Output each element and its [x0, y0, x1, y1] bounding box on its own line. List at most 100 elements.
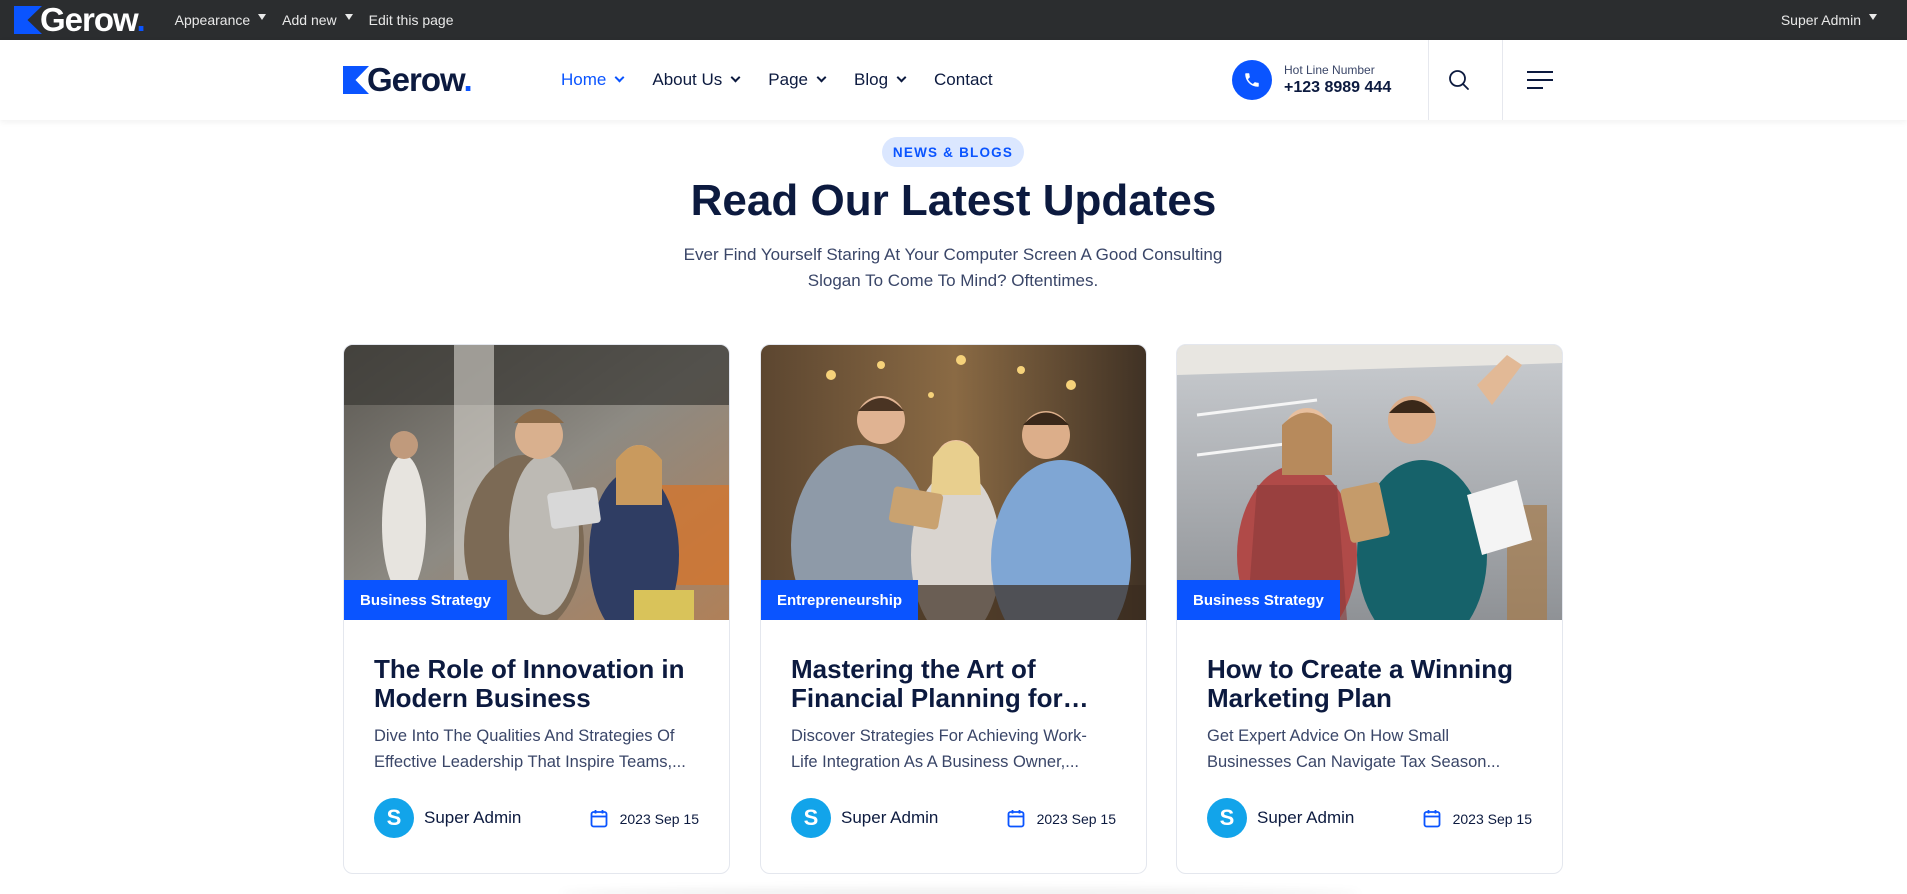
admin-menu: Appearance Add new Edit this page [175, 12, 470, 28]
nav-label: Contact [934, 70, 993, 89]
logo-mark-icon [14, 6, 42, 34]
blog-card-image[interactable] [1177, 345, 1562, 620]
post-title-line: How to Create a Winning [1207, 655, 1513, 684]
logo-mark-icon [343, 66, 369, 94]
admin-logo[interactable]: Gerow. [14, 0, 146, 40]
main-nav: Home About Us Page Blog Contact [561, 40, 1022, 120]
blog-card-image[interactable] [344, 345, 729, 620]
blog-card: Business Strategy How to Create a Winnin… [1176, 344, 1563, 874]
nav-label: Page [768, 70, 808, 89]
section-description-line: Ever Find Yourself Staring At Your Compu… [683, 245, 1223, 264]
blog-card: Entrepreneurship Mastering the Art of Fi… [760, 344, 1147, 874]
nav-label: Blog [854, 70, 889, 89]
post-date: 2023 Sep 15 [1423, 809, 1532, 828]
post-author[interactable]: S Super Admin [791, 798, 938, 838]
author-name: Super Admin [841, 808, 939, 827]
section-description: Ever Find Yourself Staring At Your Compu… [653, 242, 1253, 294]
hotline-number[interactable]: +123 8989 444 [1284, 79, 1391, 97]
date-text: 2023 Sep 15 [1036, 810, 1116, 827]
admin-logo-text: Gerow. [40, 1, 146, 38]
search-icon [1449, 70, 1469, 90]
admin-user-name: Super Admin [1780, 12, 1861, 28]
category-tag[interactable]: Entrepreneurship [761, 580, 919, 620]
hamburger-menu-icon [1527, 71, 1553, 89]
section-title: Read Our Latest Updates [690, 176, 1217, 225]
section-description-line: Slogan To Come To Mind? Oftentimes. [807, 271, 1099, 290]
chevron-down-icon [730, 72, 741, 82]
blog-card-image[interactable] [761, 345, 1146, 620]
post-title[interactable]: How to Create a Winning Marketing Plan [1207, 655, 1537, 713]
header-divider [1428, 40, 1429, 120]
post-date: 2023 Sep 15 [1007, 809, 1116, 828]
bottom-shadow [560, 888, 1360, 894]
post-title[interactable]: The Role of Innovation in Modern Busines… [374, 655, 704, 713]
nav-label: About Us [652, 70, 723, 89]
post-excerpt: Discover Strategies For Achieving Work- … [791, 723, 1121, 775]
post-excerpt-line: Businesses Can Navigate Tax Season... [1207, 753, 1501, 771]
hotline[interactable]: Hot Line Number +123 8989 444 [1232, 60, 1391, 100]
marketing-team-photo [1177, 345, 1562, 620]
admin-menu-edit-page[interactable]: Edit this page [369, 12, 454, 28]
caret-down-icon [344, 14, 353, 20]
post-title-line: Modern Business [374, 683, 591, 713]
caret-down-icon [1869, 14, 1877, 20]
nav-item-contact[interactable]: Contact [934, 70, 993, 90]
site-header: Gerow. Home About Us Page Blog Contact H… [0, 40, 1907, 120]
post-excerpt-line: Life Integration As A Business Owner,... [791, 753, 1080, 771]
calendar-icon [1007, 810, 1024, 828]
chevron-down-icon [614, 72, 625, 82]
phone-icon [1232, 60, 1272, 100]
date-text: 2023 Sep 15 [1452, 810, 1532, 827]
post-excerpt-line: Get Expert Advice On How Small [1207, 727, 1450, 745]
admin-bar: Gerow. Appearance Add new Edit this page… [0, 0, 1907, 40]
header-divider [1502, 40, 1503, 120]
caret-down-icon [258, 14, 267, 20]
post-excerpt-line: Dive Into The Qualities And Strategies O… [374, 727, 675, 745]
post-title-line: The Role of Innovation in [374, 655, 685, 684]
hotline-text: Hot Line Number +123 8989 444 [1284, 63, 1391, 97]
nav-item-page[interactable]: Page [768, 70, 827, 90]
post-author[interactable]: S Super Admin [374, 798, 521, 838]
post-excerpt-line: Discover Strategies For Achieving Work- [791, 727, 1087, 745]
author-name: Super Admin [1257, 808, 1355, 827]
section-pill: NEWS & BLOGS [882, 137, 1024, 167]
calendar-icon [1423, 810, 1440, 828]
avatar: S [374, 798, 414, 838]
calendar-icon [590, 810, 607, 828]
admin-menu-appearance[interactable]: Appearance [175, 12, 267, 28]
post-title-line: Marketing Plan [1207, 683, 1392, 713]
post-date: 2023 Sep 15 [590, 809, 699, 828]
avatar: S [1207, 798, 1247, 838]
chevron-down-icon [896, 72, 907, 82]
avatar: S [791, 798, 831, 838]
date-text: 2023 Sep 15 [619, 810, 699, 827]
post-excerpt: Dive Into The Qualities And Strategies O… [374, 723, 704, 775]
admin-menu-label: Add new [282, 12, 337, 28]
admin-user-menu[interactable]: Super Admin [1781, 0, 1877, 40]
blog-card: Business Strategy The Role of Innovation… [343, 344, 730, 874]
post-excerpt: Get Expert Advice On How Small Businesse… [1207, 723, 1537, 775]
admin-menu-label: Appearance [174, 12, 251, 28]
nav-item-home[interactable]: Home [561, 70, 625, 90]
category-tag[interactable]: Business Strategy [1177, 580, 1340, 620]
post-title[interactable]: Mastering the Art of Financial Planning … [791, 655, 1121, 713]
hotline-label: Hot Line Number [1284, 63, 1375, 77]
site-logo-text: Gerow. [367, 61, 473, 98]
cafe-meeting-photo [761, 345, 1146, 620]
author-name: Super Admin [424, 808, 522, 827]
chevron-down-icon [816, 72, 827, 82]
post-excerpt-line: Effective Leadership That Inspire Teams,… [374, 753, 686, 771]
office-team-photo [344, 345, 729, 620]
category-tag[interactable]: Business Strategy [344, 580, 507, 620]
post-title-line: Financial Planning for… [791, 683, 1089, 713]
post-title-line: Mastering the Art of [791, 655, 1036, 684]
admin-menu-label: Edit this page [368, 12, 454, 28]
site-logo[interactable]: Gerow. [343, 61, 473, 98]
nav-label: Home [561, 70, 607, 89]
nav-item-about-us[interactable]: About Us [652, 70, 741, 90]
admin-menu-add-new[interactable]: Add new [282, 12, 353, 28]
nav-item-blog[interactable]: Blog [854, 70, 907, 90]
offcanvas-menu-button[interactable] [1525, 68, 1555, 92]
post-author[interactable]: S Super Admin [1207, 798, 1354, 838]
search-button[interactable] [1445, 66, 1473, 94]
